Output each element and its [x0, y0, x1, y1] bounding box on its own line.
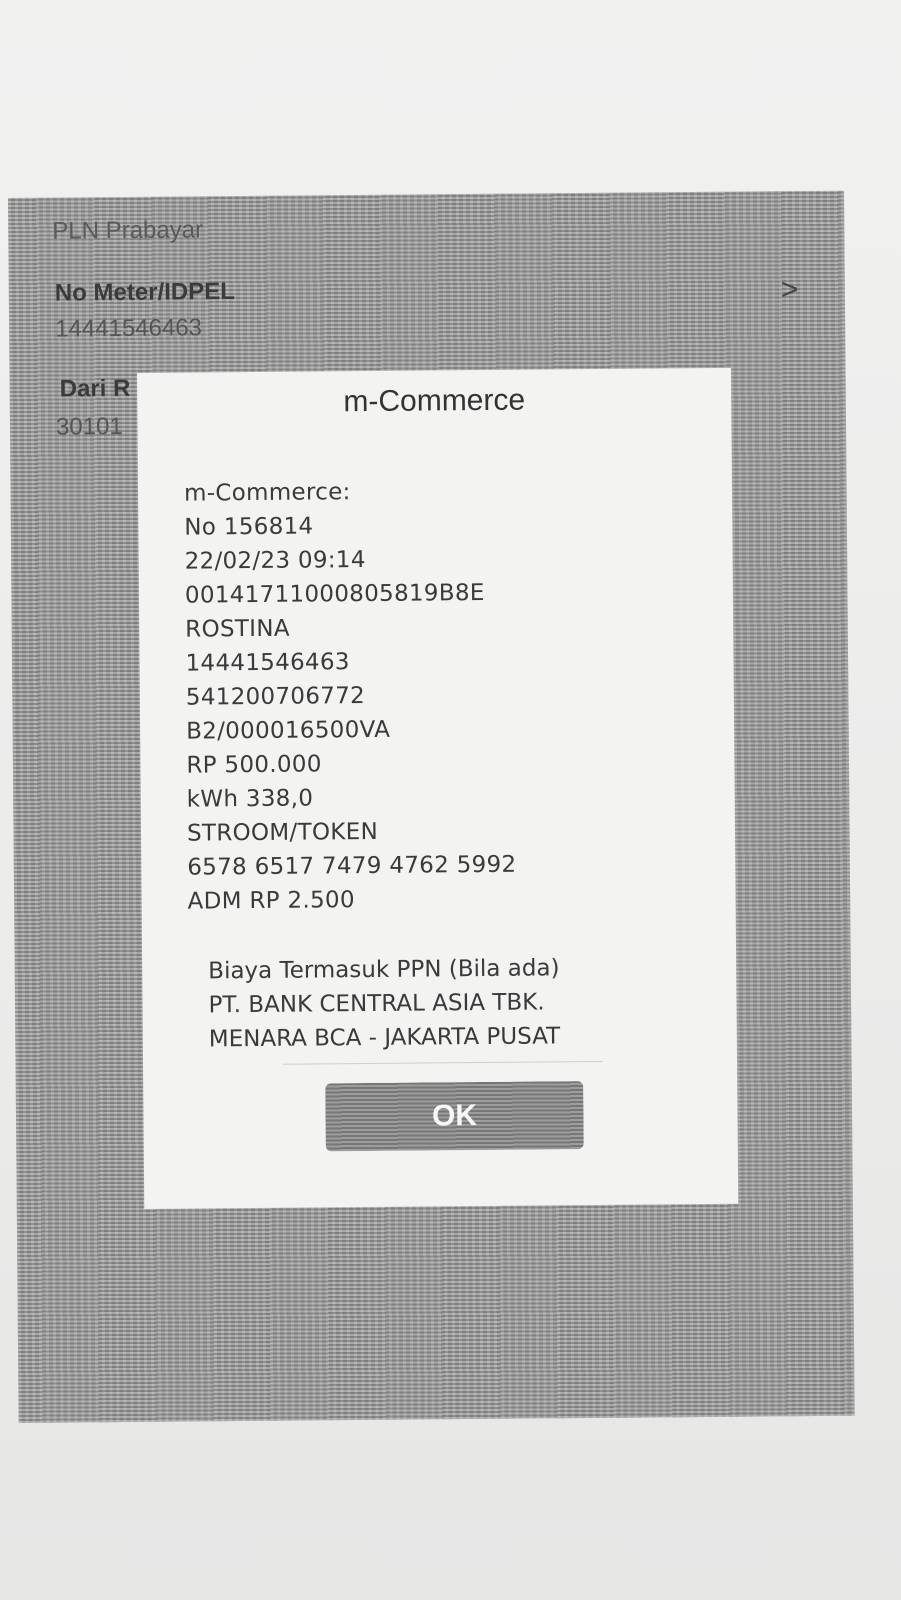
receipt-line: m-Commerce:: [183, 479, 351, 507]
chevron-right-icon[interactable]: >: [781, 273, 799, 307]
receipt-line: 6578 6517 7479 4762 5992: [187, 851, 517, 881]
m-commerce-dialog: m-Commerce m-Commerce: No 156814 22/02/2…: [137, 367, 739, 1209]
receipt-line: B2/000016500VA: [186, 716, 391, 745]
dialog-divider: [283, 1060, 604, 1065]
receipt-line: 14441546463: [185, 649, 350, 677]
receipt-line: kWh 338,0: [186, 785, 314, 813]
receipt-footer: Biaya Termasuk PPN (Bila ada) PT. BANK C…: [208, 950, 729, 1057]
meter-label[interactable]: No Meter/IDPEL: [55, 278, 235, 308]
receipt-line: No 156814: [184, 513, 314, 541]
receipt-line: 541200706772: [185, 683, 366, 711]
service-name: PLN Prabayar: [52, 216, 204, 245]
receipt-line: ROSTINA: [185, 615, 290, 643]
footer-line: Biaya Termasuk PPN (Bila ada): [208, 955, 560, 985]
dialog-title: m-Commerce: [343, 383, 526, 419]
receipt-line: RP 500.000: [186, 751, 322, 779]
footer-line: PT. BANK CENTRAL ASIA TBK.: [208, 989, 545, 1019]
receipt-line: 22/02/23 09:14: [184, 547, 366, 575]
receipt-line: 00141711000805819B8E: [184, 579, 485, 609]
printed-paper: PLN Prabayar No Meter/IDPEL 14441546463 …: [0, 0, 901, 1600]
footer-line: MENARA BCA - JAKARTA PUSAT: [208, 1023, 561, 1053]
receipt-lines: m-Commerce: No 156814 22/02/23 09:14 001…: [184, 472, 708, 919]
from-account-value: 30101: [55, 413, 123, 441]
meter-value: 14441546463: [55, 314, 203, 343]
ok-button[interactable]: OK: [325, 1081, 584, 1152]
receipt-line: STROOM/TOKEN: [186, 818, 379, 847]
receipt-line: ADM RP 2.500: [187, 887, 355, 915]
